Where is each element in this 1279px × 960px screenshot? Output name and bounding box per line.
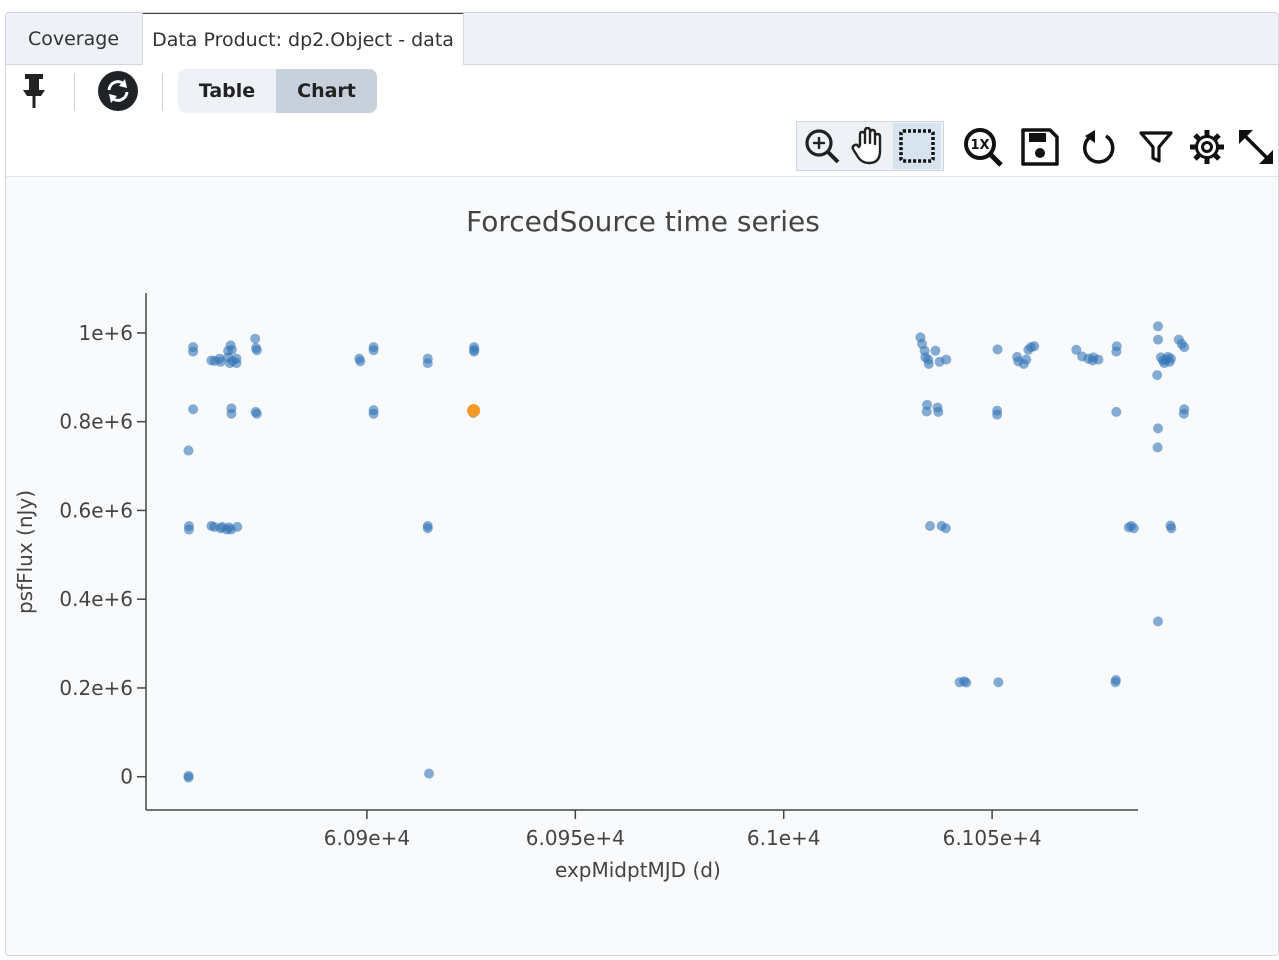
data-point[interactable] [469, 346, 480, 357]
svg-text:1X: 1X [970, 138, 989, 153]
data-point[interactable] [424, 768, 435, 779]
highlighted-data-point[interactable] [467, 404, 481, 418]
data-point[interactable] [941, 354, 952, 365]
sync-icon[interactable] [96, 69, 140, 113]
x-axis-label: expMidptMJD (d) [555, 858, 721, 882]
chart-view-button[interactable]: Chart [276, 69, 377, 113]
y-tick-label: 0.2e+6 [59, 676, 133, 700]
data-point[interactable] [923, 359, 934, 370]
data-point[interactable] [188, 404, 199, 415]
data-point[interactable] [1029, 341, 1040, 352]
chart-mode-group [796, 121, 944, 171]
x-tick-label: 6.1e+4 [747, 826, 821, 850]
data-point[interactable] [1165, 353, 1176, 364]
save-icon[interactable] [1018, 125, 1062, 169]
data-point[interactable] [1166, 523, 1177, 534]
data-point[interactable] [1021, 354, 1032, 365]
expand-icon[interactable] [1234, 125, 1278, 169]
data-point[interactable] [930, 345, 941, 356]
data-point[interactable] [1152, 442, 1163, 453]
chart-axes: 0 0.2e+6 0.4e+6 0.6e+6 0.8e+6 1e+6 6.09e+4 6.09… [59, 293, 1138, 850]
y-tick-label: 0.6e+6 [59, 498, 133, 522]
toolbar-divider [162, 73, 163, 111]
data-point[interactable] [1128, 523, 1139, 534]
y-tick-label: 1e+6 [78, 321, 133, 345]
data-point[interactable] [251, 345, 262, 356]
zoom-reset-1x-icon[interactable]: 1X [961, 125, 1005, 169]
data-point[interactable] [933, 406, 944, 417]
x-tick-label: 6.095e+4 [526, 826, 625, 850]
data-point[interactable] [368, 345, 379, 356]
filter-icon[interactable] [1134, 125, 1178, 169]
data-point[interactable] [921, 406, 932, 417]
tab-data-product[interactable]: Data Product: dp2.Object - data [142, 13, 464, 66]
chart-area: ForcedSource time series 0 0.2e+6 0.4e+6 0.… [6, 177, 1278, 955]
data-point[interactable] [422, 358, 433, 369]
data-point[interactable] [251, 408, 262, 419]
data-point[interactable] [1153, 423, 1164, 434]
data-point[interactable] [250, 333, 261, 344]
data-point[interactable] [183, 524, 194, 535]
data-point[interactable] [231, 358, 242, 369]
data-point[interactable] [226, 408, 237, 419]
data-point[interactable] [188, 346, 199, 357]
view-toggle: Table Chart [178, 69, 377, 113]
x-tick-label: 6.105e+4 [943, 826, 1042, 850]
data-point[interactable] [1153, 334, 1164, 345]
data-point[interactable] [183, 772, 194, 783]
data-point[interactable] [368, 408, 379, 419]
toolbar: Table Chart 1X [6, 65, 1278, 177]
toolbar-divider [74, 73, 75, 111]
data-point[interactable] [1111, 346, 1122, 357]
data-point[interactable] [1093, 354, 1104, 365]
settings-gear-icon[interactable] [1185, 125, 1229, 169]
zoom-in-icon[interactable] [799, 123, 845, 169]
y-tick-label: 0.8e+6 [59, 410, 133, 434]
y-tick-label: 0 [120, 765, 133, 789]
data-point[interactable] [1110, 677, 1121, 688]
data-point[interactable] [940, 523, 951, 534]
data-point[interactable] [183, 445, 194, 456]
scatter-chart[interactable]: ForcedSource time series 0 0.2e+6 0.4e+6 0.… [6, 177, 1278, 955]
data-point[interactable] [422, 523, 433, 534]
data-point[interactable] [992, 344, 1003, 355]
data-point[interactable] [355, 356, 366, 367]
y-tick-label: 0.4e+6 [59, 587, 133, 611]
data-point[interactable] [961, 677, 972, 688]
data-points [183, 321, 1190, 783]
data-point[interactable] [232, 521, 243, 532]
select-box-icon[interactable] [893, 123, 941, 169]
data-point[interactable] [925, 520, 936, 531]
data-product-panel: Coverage Data Product: dp2.Object - data [5, 12, 1279, 956]
restore-icon[interactable] [1076, 125, 1120, 169]
data-point[interactable] [1152, 370, 1163, 381]
table-view-button[interactable]: Table [178, 69, 276, 113]
chart-title: ForcedSource time series [466, 205, 820, 238]
data-point[interactable] [1178, 408, 1189, 419]
pin-icon[interactable] [16, 71, 52, 111]
pan-hand-icon[interactable] [845, 123, 891, 169]
data-point[interactable] [1153, 616, 1164, 627]
tab-bar: Coverage Data Product: dp2.Object - data [6, 13, 1278, 66]
data-point[interactable] [993, 677, 1004, 688]
tab-coverage[interactable]: Coverage [6, 13, 141, 64]
y-axis-label: psfFlux (nJy) [13, 490, 37, 614]
x-tick-label: 6.09e+4 [324, 826, 410, 850]
data-point[interactable] [1111, 406, 1122, 417]
data-point[interactable] [226, 344, 237, 355]
data-point[interactable] [992, 409, 1003, 420]
data-point[interactable] [1179, 342, 1190, 353]
data-point[interactable] [1153, 321, 1164, 332]
